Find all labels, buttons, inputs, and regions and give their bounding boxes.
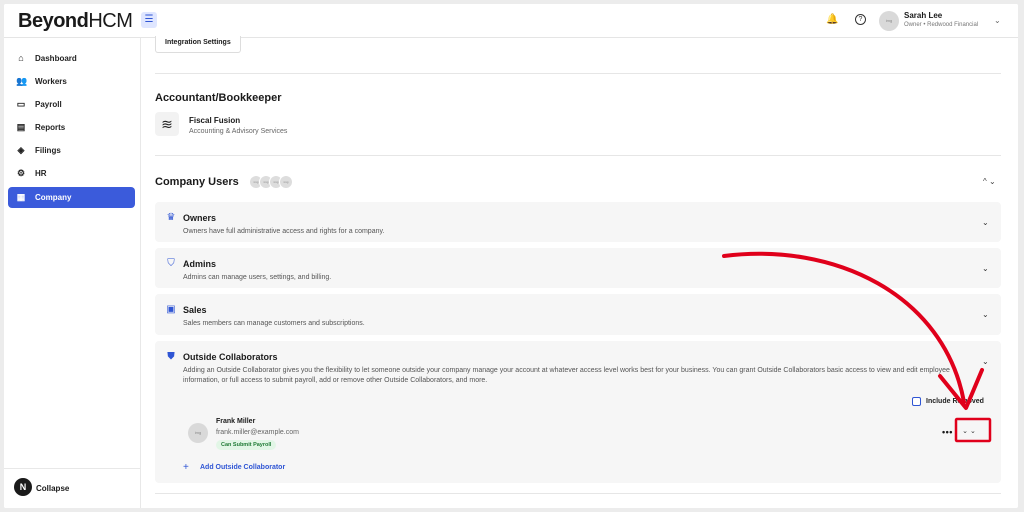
group-title: Admins [183, 259, 217, 269]
tag-icon: ◈ [17, 145, 25, 155]
include-removed-checkbox[interactable] [912, 397, 921, 406]
user-avatar[interactable]: img [879, 11, 899, 31]
collaborator-email: frank.miller@example.com [216, 429, 299, 436]
collapse-button[interactable]: Collapse [36, 484, 69, 493]
sidebar-item-label: Workers [35, 77, 67, 86]
group-description: Sales members can manage customers and s… [183, 320, 365, 327]
group-description: Admins can manage users, settings, and b… [183, 274, 332, 281]
group-title: Owners [183, 213, 217, 223]
wallet-icon: ▭ [16, 99, 26, 109]
shield-user-icon: ⛊ [167, 351, 175, 362]
add-outside-collaborator-button[interactable]: Add Outside Collaborator [200, 464, 285, 471]
sidebar-item-label: Dashboard [35, 54, 77, 63]
app-window: BeyondHCM ☰ 🔔 ? img Sarah Lee Owner • Re… [4, 4, 1018, 508]
integration-settings-button[interactable]: Integration Settings [155, 36, 241, 53]
sidebar-item-dashboard[interactable]: ⌂ Dashboard [8, 48, 135, 69]
logo: BeyondHCM [18, 10, 133, 32]
chevron-down-icon[interactable]: ⌄ [994, 16, 1001, 25]
sidebar-item-reports[interactable]: ▤ Reports [8, 117, 135, 138]
firm-name: Fiscal Fusion [189, 116, 241, 125]
sidebar-item-filings[interactable]: ◈ Filings [8, 140, 135, 161]
expand-collaborator-button[interactable]: ⌄ ⌄ [960, 427, 978, 437]
company-users-title: Company Users [155, 176, 239, 188]
shield-check-icon: ⛉ [167, 258, 175, 269]
users-icon: 👥 [16, 76, 28, 86]
divider [155, 155, 1001, 156]
chevron-up-down-icon[interactable]: ^ ⌄ [983, 177, 996, 186]
top-bar: BeyondHCM ☰ 🔔 ? img Sarah Lee Owner • Re… [4, 4, 1018, 38]
sidebar-item-hr[interactable]: ⚙ HR [8, 163, 135, 184]
group-description: Adding an Outside Collaborator gives you… [183, 367, 950, 384]
sidebar-item-label: Company [35, 193, 72, 202]
sidebar-item-label: Payroll [35, 100, 62, 109]
group-sales[interactable]: ▣ Sales Sales members can manage custome… [155, 294, 1001, 335]
gear-icon: ⚙ [16, 168, 26, 178]
user-role: Owner • Redwood Financial [904, 22, 979, 28]
chevron-down-icon[interactable]: ⌄ [982, 310, 989, 319]
sidebar-item-label: HR [35, 169, 47, 178]
sidebar-item-company[interactable]: ▦ Company [8, 187, 135, 208]
user-name[interactable]: Sarah Lee [904, 11, 942, 20]
accountant-section-title: Accountant/Bookkeeper [155, 92, 282, 104]
document-icon: ▤ [16, 122, 26, 132]
building-icon: ▦ [16, 192, 26, 202]
collapse-badge[interactable]: N [14, 478, 32, 496]
collaborator-name: Frank Miller [216, 418, 256, 425]
status-badge: Can Submit Payroll [216, 440, 277, 450]
sidebar-item-label: Filings [35, 146, 61, 155]
sidebar-item-label: Reports [35, 123, 66, 132]
group-description: Owners have full administrative access a… [183, 228, 385, 235]
include-removed-label[interactable]: Include Removed [926, 398, 984, 405]
group-title: Sales [183, 305, 207, 315]
help-icon[interactable]: ? [855, 14, 866, 25]
firm-subtitle: Accounting & Advisory Services [189, 128, 288, 135]
group-outside-collaborators: ⛊ Outside Collaborators Adding an Outsid… [155, 341, 1001, 483]
sidebar: ⌂ Dashboard 👥 Workers ▭ Payroll ▤ Report… [4, 38, 141, 508]
sidebar-item-workers[interactable]: 👥 Workers [8, 71, 135, 92]
briefcase-icon: ▣ [166, 304, 176, 315]
home-icon: ⌂ [18, 53, 24, 63]
divider [155, 73, 1001, 74]
chevron-down-icon[interactable]: ⌄ [982, 357, 989, 366]
bell-icon[interactable]: 🔔 [826, 14, 838, 26]
plus-icon[interactable]: + [183, 462, 189, 473]
group-title: Outside Collaborators [183, 352, 278, 362]
more-options-icon[interactable]: ••• [942, 427, 953, 437]
group-admins[interactable]: ⛉ Admins Admins can manage users, settin… [155, 248, 1001, 288]
sidebar-item-payroll[interactable]: ▭ Payroll [8, 94, 135, 115]
group-owners[interactable]: ♛ Owners Owners have full administrative… [155, 202, 1001, 242]
avatar: img [279, 175, 293, 189]
layers-icon: ≋ [155, 112, 179, 136]
collaborator-avatar: img [188, 423, 208, 443]
hamburger-icon[interactable]: ☰ [141, 12, 157, 28]
main-content: Integration Settings Accountant/Bookkeep… [141, 36, 1018, 508]
crown-icon: ♛ [166, 212, 176, 223]
chevron-down-icon[interactable]: ⌄ [982, 218, 989, 227]
chevron-down-icon[interactable]: ⌄ [982, 264, 989, 273]
divider [155, 493, 1001, 494]
sidebar-divider [4, 468, 140, 469]
